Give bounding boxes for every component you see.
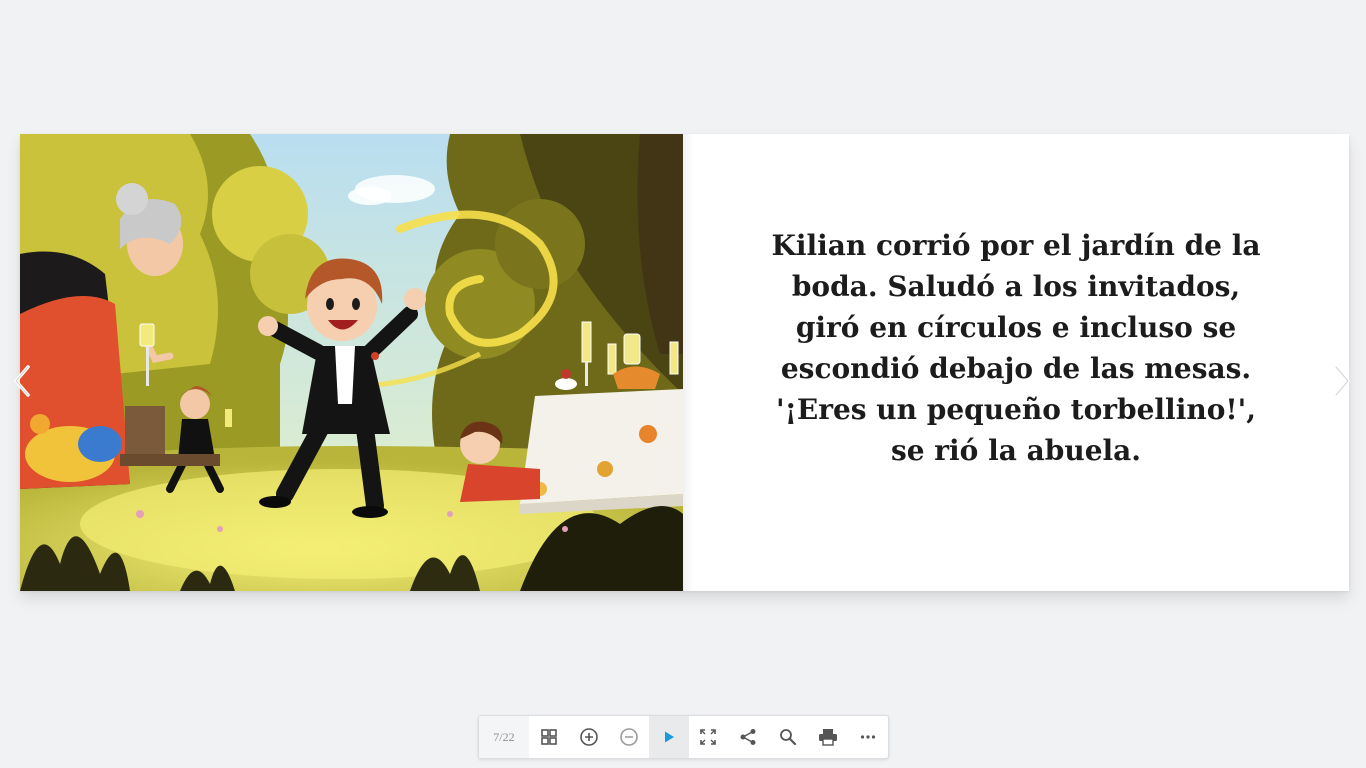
zoom-out-button[interactable]	[609, 716, 649, 758]
text-page: Kilian corrió por el jardín de la boda. …	[683, 134, 1349, 591]
grid-icon	[541, 729, 557, 745]
next-page-button[interactable]	[1331, 364, 1353, 398]
fullscreen-button[interactable]	[689, 716, 729, 758]
print-button[interactable]	[808, 716, 848, 758]
chevron-right-icon	[1334, 365, 1350, 397]
share-icon	[740, 729, 756, 745]
share-button[interactable]	[728, 716, 768, 758]
flipbook-viewer: Kilian corrió por el jardín de la boda. …	[0, 0, 1366, 768]
search-button[interactable]	[768, 716, 808, 758]
fullscreen-icon	[700, 729, 717, 745]
play-button[interactable]	[648, 716, 689, 758]
play-icon	[664, 731, 674, 743]
page-counter: 7/22	[479, 716, 529, 758]
viewer-toolbar: 7/22	[478, 715, 889, 759]
print-icon	[819, 729, 838, 746]
prev-page-button[interactable]	[11, 364, 33, 398]
more-button[interactable]	[848, 716, 888, 758]
zoom-in-icon	[579, 728, 598, 746]
search-icon	[780, 729, 797, 746]
illustration-page	[20, 134, 683, 591]
more-icon	[860, 735, 876, 739]
story-illustration	[20, 134, 683, 591]
chevron-left-icon	[14, 365, 30, 397]
zoom-out-icon	[619, 728, 638, 746]
thumbnails-button[interactable]	[529, 716, 569, 758]
story-text: Kilian corrió por el jardín de la boda. …	[771, 228, 1261, 467]
zoom-in-button[interactable]	[569, 716, 609, 758]
book-spread: Kilian corrió por el jardín de la boda. …	[20, 134, 1349, 591]
